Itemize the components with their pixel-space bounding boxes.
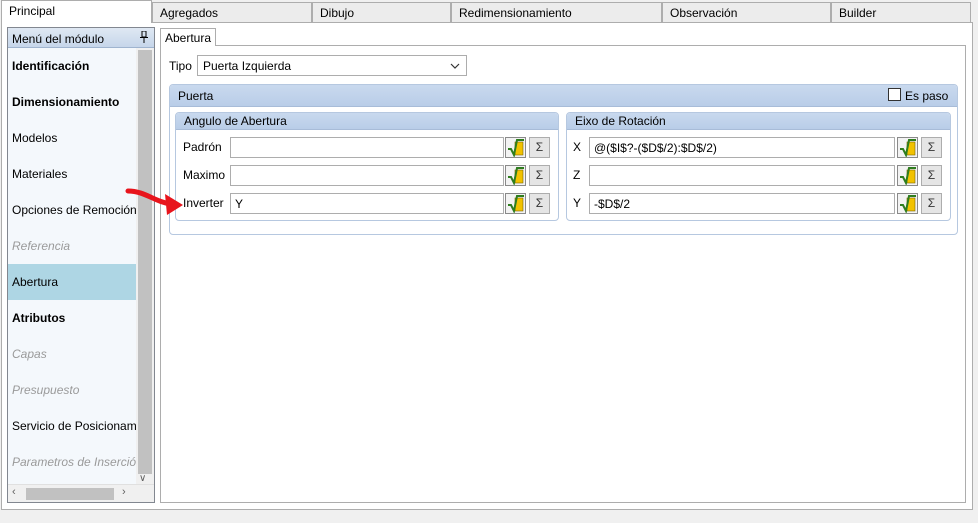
es-paso-label: Es paso: [905, 89, 949, 103]
sigma-icon: Σ: [927, 196, 936, 210]
angulo-title: Angulo de Abertura: [184, 114, 287, 128]
vertical-scroll-thumb[interactable]: [138, 50, 152, 474]
maximo-label: Maximo: [183, 168, 226, 182]
sidebar-item-parametros-insercion: Parametros de Inserción: [12, 455, 136, 469]
sidebar-item-capas: Capas: [12, 347, 47, 361]
red-arrow-icon: [125, 188, 183, 215]
formula-icon: [508, 195, 524, 215]
sidebar-item-identificacion[interactable]: Identificación: [8, 48, 136, 84]
puerta-title: Puerta: [178, 89, 214, 103]
sigma-icon: Σ: [535, 140, 544, 154]
angulo-header: Angulo de Abertura: [176, 113, 558, 130]
eixo-y-sum-button[interactable]: Σ: [921, 193, 942, 214]
scroll-left-icon[interactable]: ‹: [12, 486, 16, 498]
tipo-selected-value: Puerta Izquierda: [203, 59, 292, 73]
sidebar-item-servicio-posicionamiento[interactable]: Servicio de Posicionamiento: [8, 408, 136, 444]
formula-icon: [900, 195, 916, 215]
inverter-sum-button[interactable]: Σ: [529, 193, 550, 214]
eixo-y-formula-button[interactable]: [897, 193, 918, 215]
sidebar-item-opciones-remocion[interactable]: Opciones de Remoción: [8, 192, 136, 228]
tab-abertura[interactable]: Abertura: [160, 28, 217, 46]
sigma-icon: Σ: [535, 196, 544, 210]
padron-input[interactable]: [230, 137, 504, 158]
eixo-y-label: Y: [573, 196, 582, 210]
tab-observacion[interactable]: Observación: [662, 2, 831, 22]
scroll-down-icon[interactable]: ∨: [139, 473, 146, 484]
tab-builder[interactable]: Builder: [831, 2, 971, 22]
top-tab-bar: Principal Agregados Dibujo Redimensionam…: [0, 0, 978, 23]
sidebar-item-dimensionamiento[interactable]: Dimensionamiento: [8, 84, 136, 120]
tab-redimensionamiento[interactable]: Redimensionamiento: [451, 2, 662, 22]
sidebar-item-atributos[interactable]: Atributos: [8, 300, 136, 336]
formula-icon: [900, 139, 916, 159]
inverter-formula-button[interactable]: [505, 193, 526, 215]
sidebar-item-presupuesto: Presupuesto: [12, 383, 80, 397]
eixo-x-input[interactable]: @($I$?-($D$/2):$D$/2): [589, 137, 895, 158]
formula-icon: [508, 139, 524, 159]
sidebar-item-abertura[interactable]: Abertura: [8, 264, 136, 300]
padron-label: Padrón: [183, 140, 222, 154]
tipo-select[interactable]: Puerta Izquierda: [197, 55, 467, 76]
module-menu-title: Menú del módulo: [12, 32, 105, 46]
eixo-x-label: X: [573, 140, 582, 154]
maximo-input[interactable]: [230, 165, 504, 186]
horizontal-scroll-thumb[interactable]: [26, 488, 114, 500]
eixo-z-formula-button[interactable]: [897, 165, 918, 187]
sidebar-vertical-scrollbar[interactable]: ∨: [136, 48, 154, 486]
formula-icon: [900, 167, 916, 187]
sigma-icon: Σ: [535, 168, 544, 182]
eixo-z-label: Z: [573, 168, 581, 182]
maximo-formula-button[interactable]: [505, 165, 526, 187]
tab-dibujo[interactable]: Dibujo: [312, 2, 451, 22]
sidebar-horizontal-scrollbar[interactable]: ‹ ›: [8, 484, 154, 502]
eixo-z-sum-button[interactable]: Σ: [921, 165, 942, 186]
pin-icon[interactable]: [140, 31, 148, 43]
padron-sum-button[interactable]: Σ: [529, 137, 550, 158]
module-menu-list: Identificación Dimensionamiento Modelos …: [8, 48, 136, 480]
sidebar-item-modelos[interactable]: Modelos: [8, 120, 136, 156]
module-menu-header: Menú del módulo: [8, 28, 154, 48]
tipo-label: Tipo: [169, 59, 192, 73]
eixo-x-formula-button[interactable]: [897, 137, 918, 159]
padron-formula-button[interactable]: [505, 137, 526, 159]
sidebar-item-referencia: Referencia: [12, 239, 71, 253]
formula-icon: [508, 167, 524, 187]
sigma-icon: Σ: [927, 168, 936, 182]
module-menu: Menú del módulo Identificación Dimension…: [7, 27, 155, 503]
eixo-y-input[interactable]: -$D$/2: [589, 193, 895, 214]
sidebar-item-materiales[interactable]: Materiales: [8, 156, 136, 192]
scroll-right-icon[interactable]: ›: [122, 486, 126, 498]
inverter-input[interactable]: Y: [230, 193, 504, 214]
inverter-label: Inverter: [183, 196, 224, 210]
eixo-header: Eixo de Rotación: [567, 113, 950, 130]
tab-agregados[interactable]: Agregados: [152, 2, 312, 22]
sigma-icon: Σ: [927, 140, 936, 154]
maximo-sum-button[interactable]: Σ: [529, 165, 550, 186]
chevron-down-icon: [450, 63, 460, 69]
eixo-x-sum-button[interactable]: Σ: [921, 137, 942, 158]
tab-principal[interactable]: Principal: [1, 0, 152, 23]
es-paso-checkbox[interactable]: [888, 88, 901, 101]
puerta-header: Puerta Es paso: [170, 85, 957, 107]
eixo-z-input[interactable]: [589, 165, 895, 186]
eixo-title: Eixo de Rotación: [575, 114, 666, 128]
